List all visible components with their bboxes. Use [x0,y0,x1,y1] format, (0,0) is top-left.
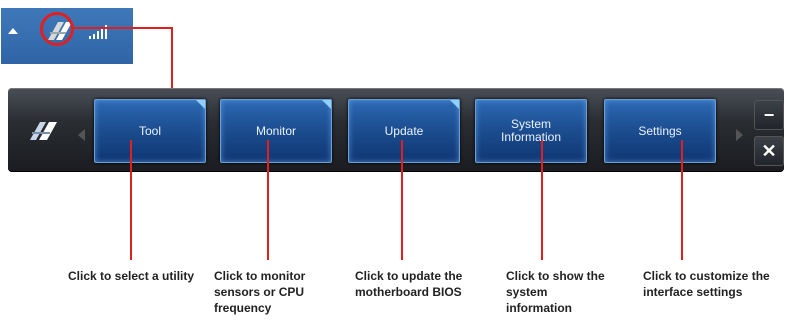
tool-button[interactable]: Tool [94,99,206,163]
submenu-corner-icon [450,100,459,109]
connector-line [130,140,132,260]
settings-button-label: Settings [638,123,682,138]
system-information-button-label: System Information [500,117,562,144]
settings-button[interactable]: Settings [604,99,716,163]
connector-line [541,140,543,260]
tool-caption: Click to select a utility [68,269,195,283]
update-caption: Click to update the motherboard BIOS [355,269,463,299]
connector-line [681,140,683,260]
system-information-button[interactable]: System Information [475,99,587,163]
connector-line [401,140,403,260]
monitor-button[interactable]: Monitor [220,99,332,163]
connector-line [171,27,173,88]
ai-suite-toolbar: Tool Monitor Update System Information S… [8,88,784,172]
ai-suite-logo-icon [30,122,57,140]
monitor-button-label: Monitor [255,123,296,138]
update-button-label: Update [384,123,424,138]
update-button[interactable]: Update [348,99,460,163]
submenu-corner-icon [196,100,205,109]
tool-button-label: Tool [138,123,161,138]
connector-line [267,140,269,260]
scroll-right-arrow-icon[interactable] [736,129,743,141]
close-icon: ✕ [761,140,777,161]
highlight-circle [40,12,74,46]
show-hidden-icons-arrow-icon[interactable] [8,28,18,34]
monitor-caption: Click to monitor sensors or CPU frequenc… [214,269,306,315]
system-tray [1,8,133,64]
submenu-corner-icon [322,100,331,109]
scroll-left-arrow-icon[interactable] [78,129,85,141]
system-information-caption: Click to show the system information [506,269,605,315]
close-button[interactable]: ✕ [754,136,784,166]
settings-caption: Click to customize the interface setting… [643,269,770,299]
minimize-icon: − [763,104,775,125]
minimize-button[interactable]: − [754,100,784,130]
connector-line [73,27,172,29]
